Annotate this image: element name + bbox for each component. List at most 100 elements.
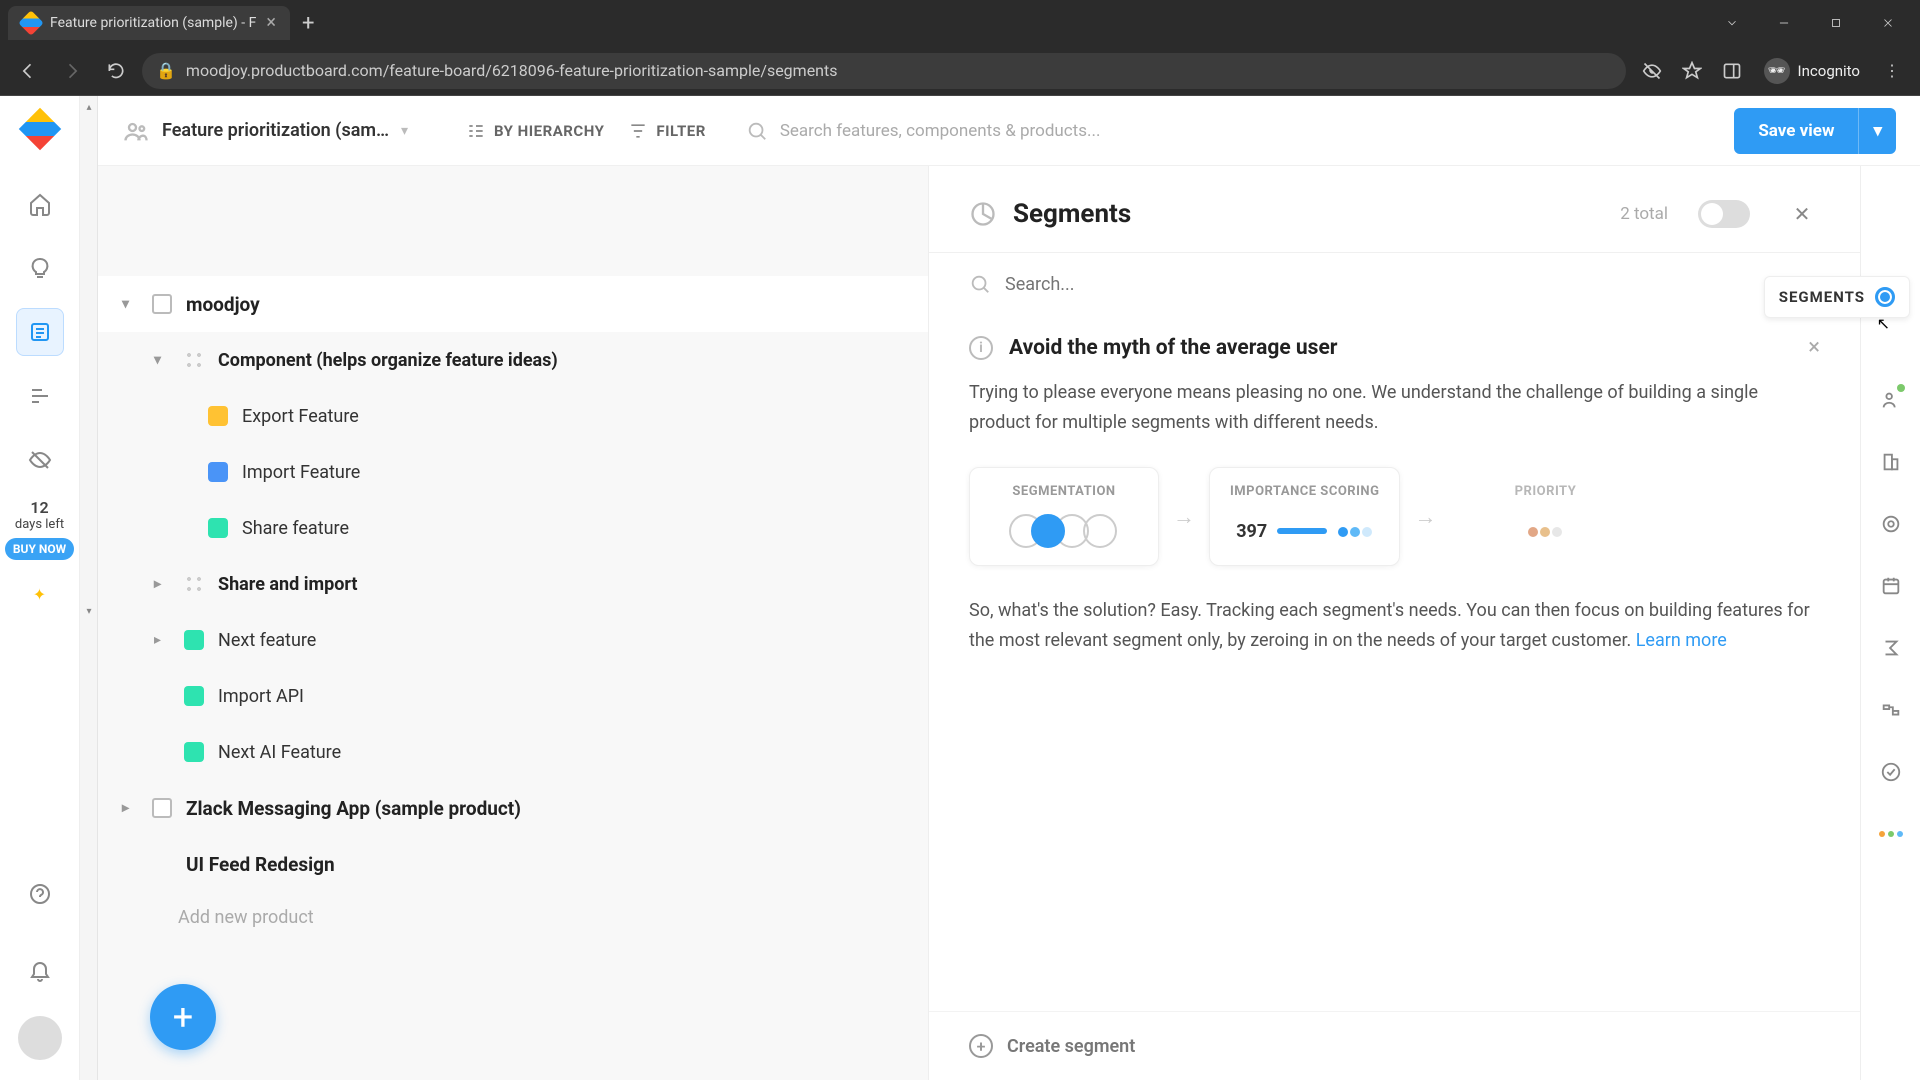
chevron-down-icon[interactable]: ▾ xyxy=(154,352,178,368)
panel-search-input[interactable] xyxy=(1005,274,1820,295)
tree-feature-import[interactable]: Import Feature xyxy=(98,444,928,500)
add-product-row[interactable]: Add new product xyxy=(98,892,928,942)
url-text: moodjoy.productboard.com/feature-board/6… xyxy=(186,61,838,80)
incognito-indicator[interactable]: 🕶 Incognito xyxy=(1754,58,1870,84)
app-root: 12 days left BUY NOW ✦ ▴ ▾ Feature prior… xyxy=(0,96,1920,1080)
tree-share-import-group[interactable]: ▸ Share and import xyxy=(98,556,928,612)
tip-close-button[interactable]: × xyxy=(1808,335,1820,360)
tree-feature-export[interactable]: Export Feature xyxy=(98,388,928,444)
url-field[interactable]: 🔒 moodjoy.productboard.com/feature-board… xyxy=(142,53,1626,89)
save-view-button[interactable]: Save view ▾ xyxy=(1734,108,1896,154)
tree-product-zlack[interactable]: ▸ Zlack Messaging App (sample product) xyxy=(98,780,928,836)
component-icon xyxy=(184,574,204,594)
people-icon xyxy=(122,117,150,145)
scroll-down-icon[interactable]: ▾ xyxy=(82,606,96,620)
card-importance: IMPORTANCE SCORING 397 xyxy=(1209,467,1400,566)
back-button[interactable] xyxy=(10,53,46,89)
reload-button[interactable] xyxy=(98,53,134,89)
app-logo[interactable] xyxy=(19,108,61,150)
panel-close-button[interactable]: ✕ xyxy=(1784,196,1820,232)
tree-component-group[interactable]: ▾ Component (helps organize feature idea… xyxy=(98,332,928,388)
tree-product-moodjoy[interactable]: ▾ moodjoy xyxy=(98,276,928,332)
notifications-icon[interactable] xyxy=(16,946,64,994)
save-view-label[interactable]: Save view xyxy=(1734,108,1859,154)
hierarchy-button[interactable]: BY HIERARCHY xyxy=(466,121,604,141)
segments-toggle[interactable] xyxy=(1698,200,1750,228)
eye-off-icon[interactable] xyxy=(1634,53,1670,89)
address-bar: 🔒 moodjoy.productboard.com/feature-board… xyxy=(0,46,1920,96)
feature-color-icon xyxy=(208,518,228,538)
rail-dependencies-icon[interactable] xyxy=(1873,692,1909,728)
global-search-input[interactable] xyxy=(780,121,1695,141)
new-tab-button[interactable]: + xyxy=(302,11,314,36)
nav-home-icon[interactable] xyxy=(16,180,64,228)
nav-features-icon[interactable] xyxy=(16,308,64,356)
tree-label: Next AI Feature xyxy=(218,742,341,763)
board-selector[interactable]: Feature prioritization (sam… ▾ xyxy=(122,117,442,145)
tab-close-icon[interactable]: × xyxy=(266,14,276,32)
board-title: Feature prioritization (sam… xyxy=(162,120,389,141)
nav-roadmap-icon[interactable] xyxy=(16,372,64,420)
segments-panel: Segments 2 total ✕ i Avoid the myth of t… xyxy=(928,166,1860,1080)
filter-button[interactable]: FILTER xyxy=(628,121,705,141)
tree-feature-share[interactable]: Share feature xyxy=(98,500,928,556)
panel-header: Segments 2 total ✕ xyxy=(929,166,1860,253)
rail-target-icon[interactable] xyxy=(1873,506,1909,542)
tree-product-ui-feed[interactable]: ▸ UI Feed Redesign xyxy=(98,836,928,892)
tree-next-ai[interactable]: ▸ Next AI Feature xyxy=(98,724,928,780)
rail-more-icon[interactable] xyxy=(1873,816,1909,852)
add-product-label: Add new product xyxy=(178,907,314,928)
chevron-right-icon[interactable]: ▸ xyxy=(154,632,178,648)
forward-button[interactable] xyxy=(54,53,90,89)
tabs-dropdown-icon[interactable] xyxy=(1708,5,1756,41)
scroll-up-icon[interactable]: ▴ xyxy=(82,102,96,116)
maximize-button[interactable] xyxy=(1812,5,1860,41)
rail-sigma-icon[interactable] xyxy=(1873,630,1909,666)
right-rail: SEGMENTS ↖ xyxy=(1860,166,1920,1080)
help-icon[interactable] xyxy=(16,870,64,918)
tree-label: Component (helps organize feature ideas) xyxy=(218,350,558,371)
create-segment-button[interactable]: + Create segment xyxy=(929,1011,1860,1080)
left-rail: 12 days left BUY NOW ✦ xyxy=(0,96,80,1080)
plus-circle-icon: + xyxy=(969,1034,993,1058)
chevron-down-icon[interactable]: ▾ xyxy=(122,296,146,312)
tab-bar: Feature prioritization (sample) - F × + xyxy=(0,0,1920,46)
tree-next-feature[interactable]: ▸ Next feature xyxy=(98,612,928,668)
learn-more-link[interactable]: Learn more xyxy=(1636,630,1727,651)
global-search[interactable] xyxy=(730,120,1711,142)
tree-label: Share and import xyxy=(218,574,358,595)
buy-now-button[interactable]: BUY NOW xyxy=(5,538,74,560)
panel-search[interactable] xyxy=(969,273,1820,295)
rail-users-icon[interactable] xyxy=(1873,382,1909,418)
segments-active-icon xyxy=(1875,287,1895,307)
nav-ai-icon[interactable]: ✦ xyxy=(16,570,64,618)
card-priority: PRIORITY xyxy=(1450,468,1640,565)
segments-pill-label: SEGMENTS xyxy=(1779,288,1865,306)
scrollbar-stub[interactable]: ▴ ▾ xyxy=(80,96,98,1080)
browser-tab[interactable]: Feature prioritization (sample) - F × xyxy=(8,6,290,40)
kebab-menu-icon[interactable]: ⋮ xyxy=(1874,53,1910,89)
tree-import-api[interactable]: ▸ Import API xyxy=(98,668,928,724)
filter-icon xyxy=(628,121,648,141)
rail-check-icon[interactable] xyxy=(1873,754,1909,790)
rail-companies-icon[interactable] xyxy=(1873,444,1909,480)
nav-insights-icon[interactable] xyxy=(16,244,64,292)
chevron-right-icon[interactable]: ▸ xyxy=(122,800,146,816)
side-panel-icon[interactable] xyxy=(1714,53,1750,89)
search-icon xyxy=(746,120,768,142)
card-title: PRIORITY xyxy=(1470,484,1620,499)
user-avatar[interactable] xyxy=(18,1016,62,1060)
add-feature-fab[interactable]: + xyxy=(150,984,216,1050)
chevron-right-icon[interactable]: ▸ xyxy=(154,576,178,592)
minimize-button[interactable] xyxy=(1760,5,1808,41)
close-window-button[interactable] xyxy=(1864,5,1912,41)
bookmark-star-icon[interactable] xyxy=(1674,53,1710,89)
browser-chrome: Feature prioritization (sample) - F × + … xyxy=(0,0,1920,96)
rail-calendar-icon[interactable] xyxy=(1873,568,1909,604)
segments-pill[interactable]: SEGMENTS xyxy=(1764,276,1910,318)
tip-box: i Avoid the myth of the average user × T… xyxy=(969,315,1820,676)
nav-portal-icon[interactable] xyxy=(16,436,64,484)
tree-label: UI Feed Redesign xyxy=(186,853,335,876)
save-view-caret-icon[interactable]: ▾ xyxy=(1859,108,1896,154)
tip-paragraph-2: So, what's the solution? Easy. Tracking … xyxy=(969,596,1820,655)
